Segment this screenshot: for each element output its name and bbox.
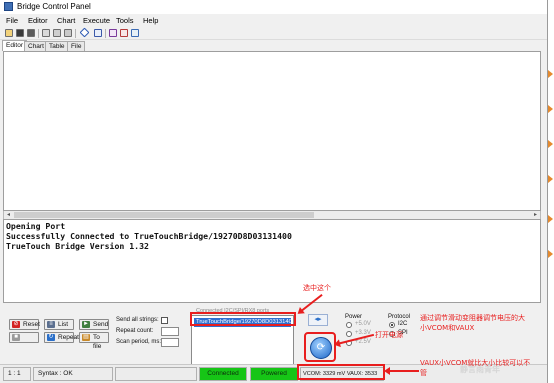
highlight-voltage-box	[297, 364, 385, 380]
to-file-label: To file	[93, 334, 102, 350]
power-label: Power	[345, 314, 363, 320]
connected-status: Connected	[199, 367, 247, 381]
highlight-power-button	[304, 332, 336, 362]
status-empty	[115, 367, 197, 381]
window-title: Bridge Control Panel	[17, 2, 91, 11]
tab-file[interactable]: File	[67, 41, 86, 51]
send-all-checkbox[interactable]	[161, 317, 168, 324]
power-3v3-radio[interactable]	[346, 331, 352, 337]
orange-arrow-icon	[548, 215, 553, 223]
annotation-note-4: 管	[420, 369, 427, 377]
side-decoration	[548, 0, 554, 383]
diamond-icon[interactable]	[79, 27, 90, 38]
annotation-select-this: 选中这个	[303, 284, 331, 292]
repeat-button[interactable]: ↻ Repeat	[44, 332, 79, 343]
app-icon	[4, 2, 13, 11]
reset-label: Reset	[23, 321, 40, 328]
toolbar	[0, 27, 547, 40]
power-5v-radio[interactable]	[346, 322, 352, 328]
list-icon: ≡	[47, 321, 55, 328]
tab-strip: Editor Chart Table File	[0, 40, 547, 51]
menu-execute[interactable]: Execute	[83, 16, 110, 25]
send-label: Send	[93, 321, 109, 328]
open-icon[interactable]	[16, 29, 24, 37]
menu-help[interactable]: Help	[143, 16, 158, 25]
repeat-icon: ↻	[47, 334, 55, 341]
send-all-strings-label: Send all strings:	[116, 317, 159, 323]
annotation-note-3: VAUX小VCOM就比大小比较可以不	[420, 359, 531, 367]
new-icon[interactable]	[5, 29, 13, 37]
scroll-thumb[interactable]	[14, 212, 314, 218]
repeat-label: Repeat	[58, 334, 79, 341]
copy-icon[interactable]	[42, 29, 50, 37]
arrow-icon	[384, 367, 419, 375]
orange-arrow-icon	[548, 175, 553, 183]
scroll-right-icon[interactable]: ▸	[532, 212, 539, 218]
stop-button[interactable]: ■	[9, 332, 39, 343]
toolbar-separator	[38, 29, 39, 38]
annotation-open-power: 打开电源	[375, 331, 403, 339]
console-line: Opening Port	[6, 221, 66, 231]
paste-icon[interactable]	[53, 29, 61, 37]
menu-chart[interactable]: Chart	[57, 16, 75, 25]
toolbar-separator	[75, 29, 76, 38]
reset-button[interactable]: ⊘ Reset	[9, 319, 40, 330]
repeat-count-input[interactable]	[161, 327, 179, 336]
output-console: Opening Port Successfully Connected to T…	[3, 219, 541, 303]
chart4-icon[interactable]	[131, 29, 139, 37]
repeat-count-label: Repeat count:	[116, 328, 154, 334]
menu-tools[interactable]: Tools	[116, 16, 134, 25]
orange-arrow-icon	[548, 70, 553, 78]
orange-arrow-icon	[548, 250, 553, 258]
to-file-button[interactable]: ▤ To file	[79, 332, 109, 350]
console-line: Successfully Connected to TrueTouchBridg…	[6, 231, 292, 241]
highlight-port-box	[190, 312, 296, 326]
annotation-note-2: 小VCOM和VAUX	[420, 324, 475, 332]
reset-icon: ⊘	[12, 321, 20, 328]
send-icon: ►	[82, 321, 90, 328]
annotation-note-1: 通过调节滑动变阻器调节电压的大	[420, 314, 525, 322]
orange-arrow-icon	[548, 105, 553, 113]
syntax-status: Syntax : OK	[33, 367, 113, 381]
cursor-position: 1 : 1	[3, 367, 31, 381]
save-icon[interactable]	[27, 29, 35, 37]
menu-file[interactable]: File	[6, 16, 18, 25]
scan-period-label: Scan period, ms:	[116, 339, 162, 345]
scan-period-input[interactable]	[161, 338, 179, 347]
swap-ports-button[interactable]: ◂▸	[308, 314, 328, 326]
send-button[interactable]: ► Send	[79, 319, 109, 330]
chart2-icon[interactable]	[109, 29, 117, 37]
chart3-icon[interactable]	[120, 29, 128, 37]
tab-table[interactable]: Table	[45, 41, 69, 51]
print-icon[interactable]	[64, 29, 72, 37]
title-bar: Bridge Control Panel	[0, 0, 547, 14]
toolbar-separator	[105, 29, 106, 38]
chart-icon[interactable]	[94, 29, 102, 37]
orange-arrow-icon	[548, 140, 553, 148]
list-label: List	[58, 321, 69, 328]
menu-bar: File Editor Chart Execute Tools Help	[0, 14, 547, 27]
editor-area[interactable]	[3, 51, 541, 211]
protocol-i2c-label: I2C	[398, 321, 408, 327]
list-button[interactable]: ≡ List	[44, 319, 74, 330]
menu-editor[interactable]: Editor	[28, 16, 48, 25]
scroll-left-icon[interactable]: ◂	[5, 212, 12, 218]
protocol-label: Protocol	[388, 314, 411, 320]
stop-icon: ■	[12, 334, 20, 341]
protocol-i2c-radio[interactable]	[389, 322, 395, 328]
powered-status: Powered	[250, 367, 298, 381]
console-line: TrueTouch Bridge Version 1.32	[6, 241, 149, 251]
file-icon: ▤	[82, 334, 90, 341]
power-5v-label: +5.0V	[355, 321, 371, 327]
